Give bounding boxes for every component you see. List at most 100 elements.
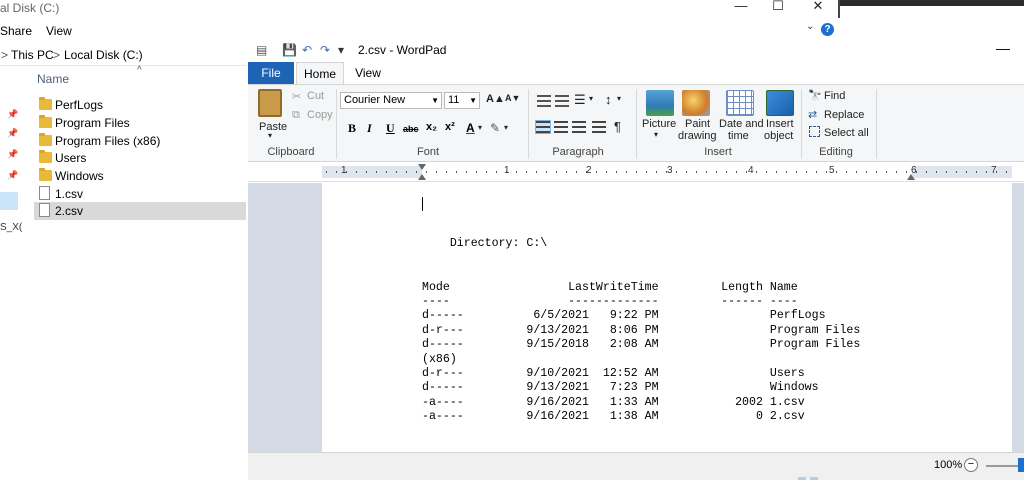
left-indent-marker[interactable] xyxy=(418,174,426,180)
subscript-button[interactable]: x₂ xyxy=(426,121,437,133)
insert-object-button[interactable]: Insert xyxy=(766,118,794,130)
redo-icon[interactable]: ↷ xyxy=(320,43,330,57)
paste-button[interactable]: Paste xyxy=(259,121,287,133)
address-bar[interactable]: > This PC > Local Disk (C:) xyxy=(0,44,246,66)
chevron-down-icon[interactable]: ▾ xyxy=(504,123,508,132)
bold-button[interactable]: B xyxy=(348,121,356,136)
underline-button[interactable]: U xyxy=(386,121,395,136)
list-item[interactable]: Program Files (x86) xyxy=(34,132,246,150)
ruler[interactable]: 1 1 2 3 4 5 6 7 xyxy=(248,162,1024,182)
align-right-icon[interactable] xyxy=(572,121,586,133)
list-item[interactable]: PerfLogs xyxy=(34,96,246,114)
chevron-down-icon[interactable]: ▾ xyxy=(617,94,621,103)
superscript-button[interactable]: x² xyxy=(445,121,455,133)
align-center-icon[interactable] xyxy=(554,121,568,133)
calendar-icon[interactable] xyxy=(726,90,754,116)
list-item[interactable]: 1.csv xyxy=(34,185,246,203)
pin-icon[interactable]: 📌 xyxy=(7,128,18,139)
maximize-button[interactable]: ☐ xyxy=(767,0,789,14)
save-icon[interactable]: 💾 xyxy=(282,43,297,57)
grow-font-button[interactable]: A▲ xyxy=(486,93,505,105)
paint-button[interactable]: Paint xyxy=(685,118,710,130)
list-item[interactable]: Program Files xyxy=(34,114,246,132)
document-page[interactable]: Directory: C:\ Mode LastWriteTime Length… xyxy=(322,183,1012,453)
group-label-editing: Editing xyxy=(819,146,853,158)
insert-object-icon[interactable] xyxy=(766,90,794,116)
select-all-button[interactable]: Select all xyxy=(824,127,869,139)
pin-icon[interactable]: 📌 xyxy=(7,170,18,181)
paste-dropdown-icon[interactable]: ▾ xyxy=(268,131,272,140)
line-spacing-icon[interactable]: ↕ xyxy=(605,92,612,107)
copy-icon[interactable]: ⧉ xyxy=(292,109,300,122)
undo-icon[interactable]: ↶ xyxy=(302,43,312,57)
customize-toolbar-icon[interactable]: ▾ xyxy=(338,43,344,57)
tab-view[interactable]: View xyxy=(46,24,72,38)
breadcrumb-local-disk[interactable]: Local Disk (C:) xyxy=(64,48,143,62)
ruler-tick xyxy=(396,171,397,173)
right-indent-marker[interactable] xyxy=(907,174,915,180)
select-all-icon[interactable] xyxy=(809,126,820,137)
cut-button[interactable]: Cut xyxy=(307,90,324,102)
ruler-tick xyxy=(976,171,977,173)
zoom-slider[interactable] xyxy=(986,465,1022,467)
bullets-icon[interactable]: ☰ xyxy=(574,92,586,108)
paste-icon[interactable] xyxy=(258,89,282,117)
highlight-button[interactable]: ✎ xyxy=(490,121,500,135)
copy-button[interactable]: Copy xyxy=(307,109,333,121)
font-color-button[interactable]: A xyxy=(466,121,475,135)
insert-object-button-line2[interactable]: object xyxy=(764,130,793,142)
find-button[interactable]: Find xyxy=(824,90,845,102)
font-family-select[interactable]: Courier New ▼ xyxy=(340,92,442,109)
picture-button[interactable]: Picture xyxy=(642,118,676,130)
nav-item-truncated[interactable]: S_X( xyxy=(0,222,22,233)
date-time-button-line2[interactable]: time xyxy=(728,130,749,142)
nav-item-selected[interactable] xyxy=(0,192,18,210)
ruler-tick xyxy=(446,171,447,173)
chevron-down-icon[interactable]: ▾ xyxy=(478,123,482,132)
paint-button-line2[interactable]: drawing xyxy=(678,130,717,142)
collapse-ribbon-icon[interactable]: ⌄ xyxy=(806,21,814,32)
font-size-select[interactable]: 11 ▼ xyxy=(444,92,480,109)
chevron-down-icon[interactable]: ▾ xyxy=(654,130,658,139)
tab-file[interactable]: File xyxy=(248,62,294,84)
ruler-tick xyxy=(326,171,327,173)
pin-icon[interactable]: 📌 xyxy=(7,109,18,120)
align-left-icon[interactable] xyxy=(535,120,551,134)
document-text[interactable]: Directory: C:\ Mode LastWriteTime Length… xyxy=(422,223,860,425)
cut-icon[interactable]: ✂ xyxy=(292,90,301,103)
justify-icon[interactable] xyxy=(592,121,606,133)
tab-share[interactable]: Share xyxy=(0,24,32,38)
explorer-titlebar: al Disk (C:) — ☐ ✕ xyxy=(0,0,840,17)
zoom-out-button[interactable]: − xyxy=(964,458,978,472)
increase-indent-icon[interactable] xyxy=(555,95,569,107)
minimize-button[interactable]: — xyxy=(996,40,1010,56)
chevron-down-icon[interactable]: ▾ xyxy=(589,94,593,103)
minimize-button[interactable]: — xyxy=(730,0,752,14)
paragraph-settings-icon[interactable]: ¶ xyxy=(614,119,621,134)
zoom-slider-thumb[interactable] xyxy=(1018,458,1024,472)
strikethrough-button[interactable]: abc xyxy=(403,124,419,134)
date-time-button[interactable]: Date and xyxy=(719,118,764,130)
list-item[interactable]: Users xyxy=(34,149,246,167)
close-button[interactable]: ✕ xyxy=(807,0,829,14)
paint-icon[interactable] xyxy=(682,90,710,116)
column-header-name[interactable]: Name xyxy=(37,72,69,86)
tab-home[interactable]: Home xyxy=(296,62,344,84)
italic-button[interactable]: I xyxy=(367,121,372,136)
shrink-font-button[interactable]: A▼ xyxy=(505,93,520,103)
list-item[interactable]: Windows xyxy=(34,167,246,185)
replace-button[interactable]: Replace xyxy=(824,109,864,121)
ruler-tick xyxy=(676,171,677,173)
breadcrumb-this-pc[interactable]: This PC xyxy=(11,48,54,62)
pin-icon[interactable]: 📌 xyxy=(7,149,18,160)
help-icon[interactable]: ? xyxy=(821,23,834,36)
list-item-selected[interactable]: 2.csv xyxy=(34,202,246,220)
first-line-indent-marker[interactable] xyxy=(418,164,426,170)
replace-icon[interactable]: ⇄ xyxy=(808,108,817,121)
find-icon[interactable]: 🔭 xyxy=(808,89,822,102)
ruler-tick xyxy=(466,171,467,173)
group-divider xyxy=(636,89,637,159)
tab-view[interactable]: View xyxy=(348,62,388,84)
picture-icon[interactable] xyxy=(646,90,674,116)
decrease-indent-icon[interactable] xyxy=(537,95,551,107)
